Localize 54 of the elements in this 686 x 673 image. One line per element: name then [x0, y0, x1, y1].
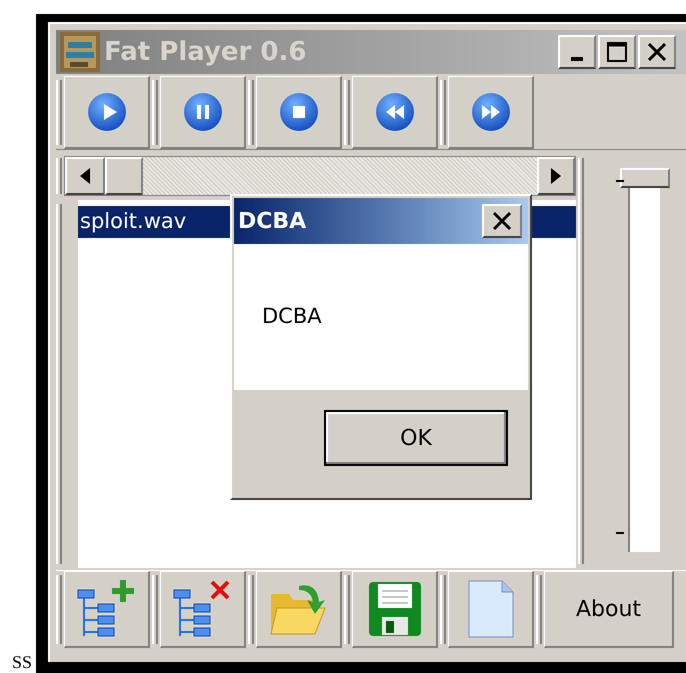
close-icon	[648, 43, 666, 61]
play-button[interactable]	[64, 76, 150, 149]
grip-handle[interactable]	[440, 575, 446, 644]
ok-button[interactable]: OK	[324, 410, 508, 466]
grip-handle[interactable]	[248, 575, 254, 644]
new-button[interactable]	[448, 571, 534, 648]
grip-handle[interactable]	[536, 575, 542, 644]
fast-forward-button[interactable]	[448, 76, 534, 149]
volume-thumb[interactable]	[620, 168, 670, 188]
close-icon	[491, 210, 513, 232]
grip-handle[interactable]	[248, 80, 254, 145]
add-to-playlist-button[interactable]	[64, 571, 150, 648]
maximize-icon	[607, 42, 627, 62]
stop-icon	[278, 92, 318, 132]
stop-button[interactable]	[256, 76, 342, 149]
seek-bar[interactable]	[64, 156, 576, 196]
play-icon	[86, 92, 126, 132]
remove-from-playlist-button[interactable]	[160, 571, 246, 648]
tick-mark	[616, 180, 624, 182]
maximize-button[interactable]	[598, 35, 636, 69]
seek-thumb[interactable]	[105, 157, 143, 195]
dialog-message: DCBA	[262, 303, 322, 330]
pause-button[interactable]	[160, 76, 246, 149]
window-title: Fat Player 0.6	[104, 36, 306, 68]
grip-handle[interactable]	[56, 80, 62, 145]
scroll-left-button[interactable]	[65, 157, 105, 195]
grip-handle[interactable]	[152, 575, 158, 644]
save-button[interactable]	[352, 571, 438, 648]
grip-handle[interactable]	[344, 80, 350, 145]
close-button[interactable]	[638, 35, 676, 69]
app-icon	[60, 32, 100, 72]
right-arrow-icon	[551, 168, 561, 184]
minimize-button[interactable]	[558, 35, 596, 69]
grip-handle[interactable]	[344, 575, 350, 644]
grip-handle[interactable]	[578, 158, 584, 564]
dialog-close-button[interactable]	[482, 204, 522, 238]
grip-handle[interactable]	[56, 158, 62, 194]
about-button[interactable]: About	[544, 571, 674, 648]
footer-text: SS	[11, 653, 32, 673]
pause-icon	[182, 92, 222, 132]
grip-handle[interactable]	[56, 204, 62, 564]
dialog-title: DCBA	[238, 208, 306, 236]
document-icon	[468, 580, 514, 638]
grip-handle[interactable]	[152, 80, 158, 145]
rewind-icon	[374, 92, 414, 132]
grip-handle[interactable]	[56, 575, 62, 644]
left-arrow-icon	[80, 168, 90, 184]
minimize-icon	[571, 57, 583, 61]
grip-handle[interactable]	[440, 80, 446, 145]
rewind-button[interactable]	[352, 76, 438, 149]
tick-mark	[616, 532, 624, 534]
open-button[interactable]	[256, 571, 342, 648]
fast-forward-icon	[470, 92, 510, 132]
scroll-right-button[interactable]	[537, 157, 575, 195]
